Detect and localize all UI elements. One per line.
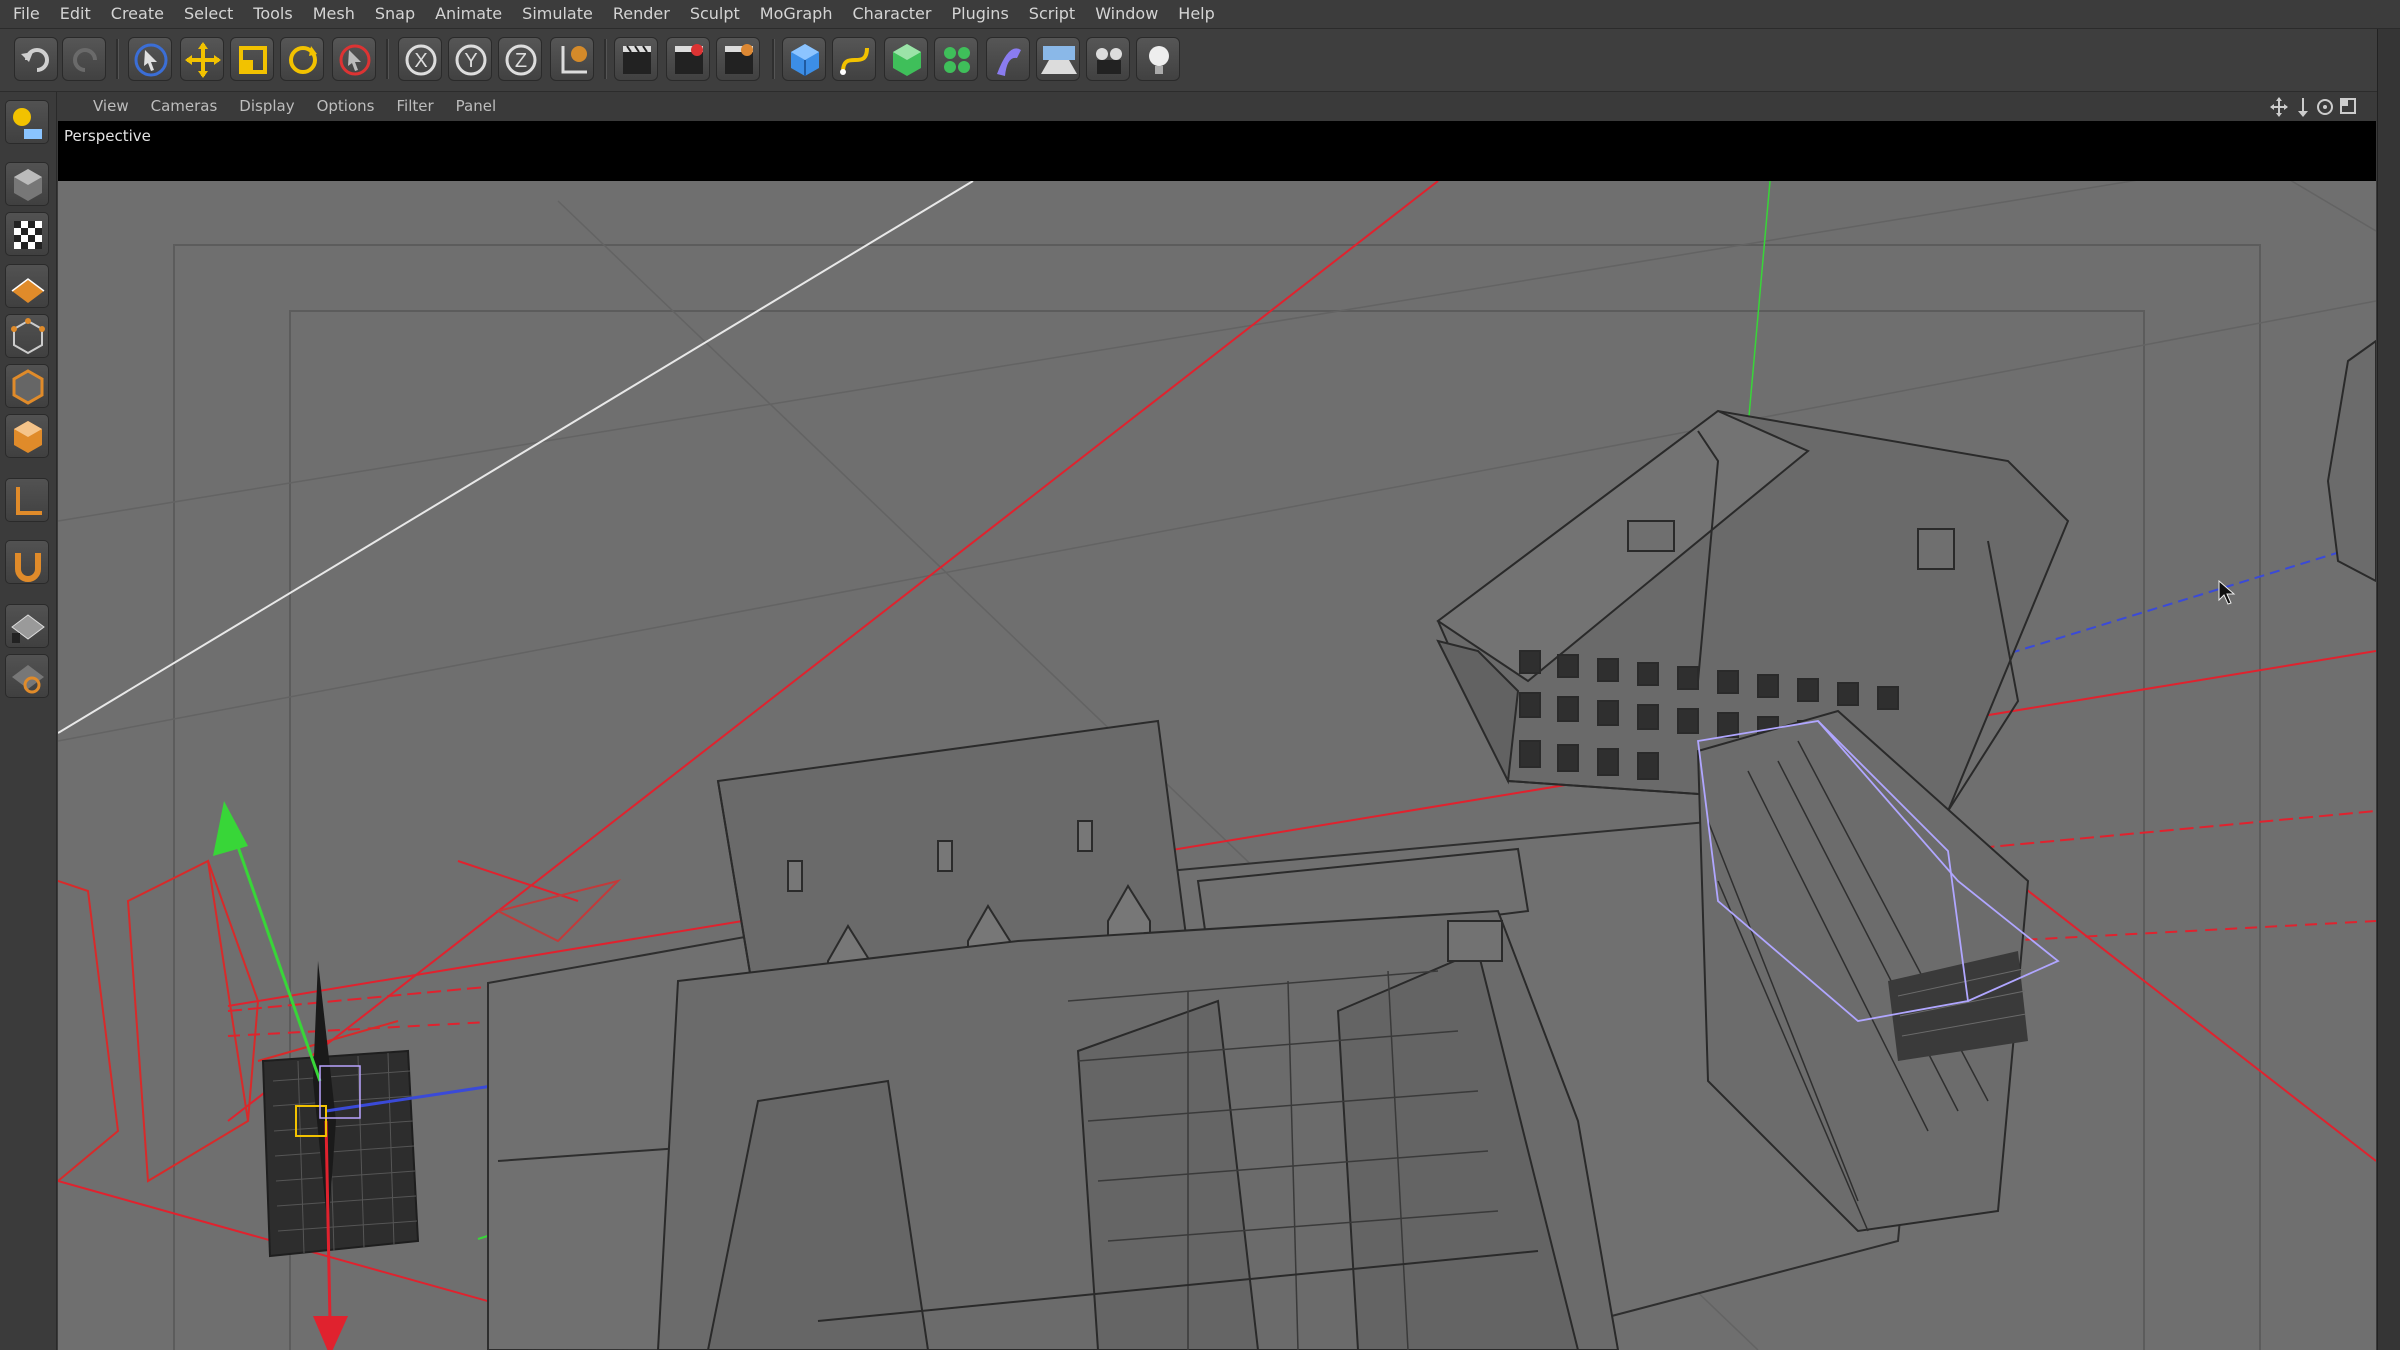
menu-create[interactable]: Create xyxy=(108,0,167,28)
tweak-mode-icon[interactable] xyxy=(5,540,49,584)
right-panel-edge xyxy=(2377,29,2400,1350)
render-picture-viewer-icon[interactable] xyxy=(666,37,710,81)
workplane-mode-icon[interactable] xyxy=(5,264,49,308)
menu-mograph[interactable]: MoGraph xyxy=(757,0,836,28)
menu-tools[interactable]: Tools xyxy=(250,0,295,28)
make-editable-icon[interactable] xyxy=(5,100,49,144)
pan-icon[interactable] xyxy=(2270,97,2288,117)
model-mode-icon[interactable] xyxy=(5,162,49,206)
viewport-navigation xyxy=(2269,96,2359,118)
left-mode-palette xyxy=(0,92,57,1350)
menu-bar: File Edit Create Select Tools Mesh Snap … xyxy=(0,0,2400,29)
viewport-menu-cameras[interactable]: Cameras xyxy=(151,97,218,115)
menu-script[interactable]: Script xyxy=(1026,0,1078,28)
x-axis-lock-icon[interactable]: X xyxy=(398,37,442,81)
viewport-menu-display[interactable]: Display xyxy=(239,97,294,115)
menu-character[interactable]: Character xyxy=(849,0,934,28)
viewport-header-band xyxy=(58,121,2376,181)
mouse-cursor-icon xyxy=(2218,579,2236,610)
menu-snap[interactable]: Snap xyxy=(372,0,418,28)
render-view-icon[interactable] xyxy=(614,37,658,81)
y-axis-label: Y xyxy=(464,50,477,72)
x-axis-label: X xyxy=(414,50,427,72)
menu-select[interactable]: Select xyxy=(181,0,236,28)
deformer-icon[interactable] xyxy=(986,37,1030,81)
cube-object-icon[interactable] xyxy=(782,37,826,81)
menu-file[interactable]: File xyxy=(10,0,43,28)
points-mode-icon[interactable] xyxy=(5,314,49,358)
camera-icon[interactable] xyxy=(1086,37,1130,81)
menu-sculpt[interactable]: Sculpt xyxy=(687,0,743,28)
axis-mode-icon[interactable] xyxy=(5,478,49,522)
last-tool-icon[interactable] xyxy=(332,37,376,81)
viewport-menu-filter[interactable]: Filter xyxy=(396,97,433,115)
camera-label: Perspective xyxy=(64,127,151,145)
toggle-view-icon[interactable] xyxy=(2340,98,2356,114)
texture-mode-icon[interactable] xyxy=(5,212,49,256)
snapping-icon[interactable] xyxy=(5,604,49,648)
viewport-menu-view[interactable]: View xyxy=(93,97,129,115)
menu-animate[interactable]: Animate xyxy=(432,0,505,28)
light-icon[interactable] xyxy=(1136,37,1180,81)
redo-icon[interactable] xyxy=(62,37,106,81)
floor-environment-icon[interactable] xyxy=(1036,37,1080,81)
move-icon[interactable] xyxy=(180,37,224,81)
undo-icon[interactable] xyxy=(14,37,58,81)
subdivision-surface-icon[interactable] xyxy=(884,37,928,81)
viewport-menu-panel[interactable]: Panel xyxy=(456,97,496,115)
menu-edit[interactable]: Edit xyxy=(57,0,94,28)
scene-wireframe[interactable] xyxy=(58,121,2376,1350)
live-select-icon[interactable] xyxy=(128,37,172,81)
polygons-mode-icon[interactable] xyxy=(5,414,49,458)
menu-window[interactable]: Window xyxy=(1092,0,1161,28)
menu-simulate[interactable]: Simulate xyxy=(519,0,596,28)
building-front[interactable] xyxy=(656,909,1620,1350)
edit-render-settings-icon[interactable] xyxy=(716,37,760,81)
viewport-menu-options[interactable]: Options xyxy=(317,97,375,115)
perspective-viewport[interactable]: Perspective xyxy=(58,121,2376,1350)
rotate-icon[interactable] xyxy=(280,37,324,81)
rotate-view-icon[interactable] xyxy=(2317,99,2333,115)
menu-plugins[interactable]: Plugins xyxy=(948,0,1011,28)
world-coordinates-icon[interactable] xyxy=(550,37,594,81)
zoom-icon[interactable] xyxy=(2298,98,2308,117)
menu-render[interactable]: Render xyxy=(610,0,673,28)
spline-pen-icon[interactable] xyxy=(832,37,876,81)
menu-mesh[interactable]: Mesh xyxy=(310,0,358,28)
z-axis-lock-icon[interactable]: Z xyxy=(498,37,542,81)
main-toolbar: X Y Z xyxy=(0,29,2400,92)
z-axis-label: Z xyxy=(515,50,527,72)
scale-icon[interactable] xyxy=(230,37,274,81)
locked-workplane-icon[interactable] xyxy=(5,654,49,698)
menu-help[interactable]: Help xyxy=(1175,0,1217,28)
cloner-icon[interactable] xyxy=(934,37,978,81)
y-axis-lock-icon[interactable]: Y xyxy=(448,37,492,81)
viewport-menu-bar: View Cameras Display Options Filter Pane… xyxy=(57,92,2377,120)
edges-mode-icon[interactable] xyxy=(5,364,49,408)
